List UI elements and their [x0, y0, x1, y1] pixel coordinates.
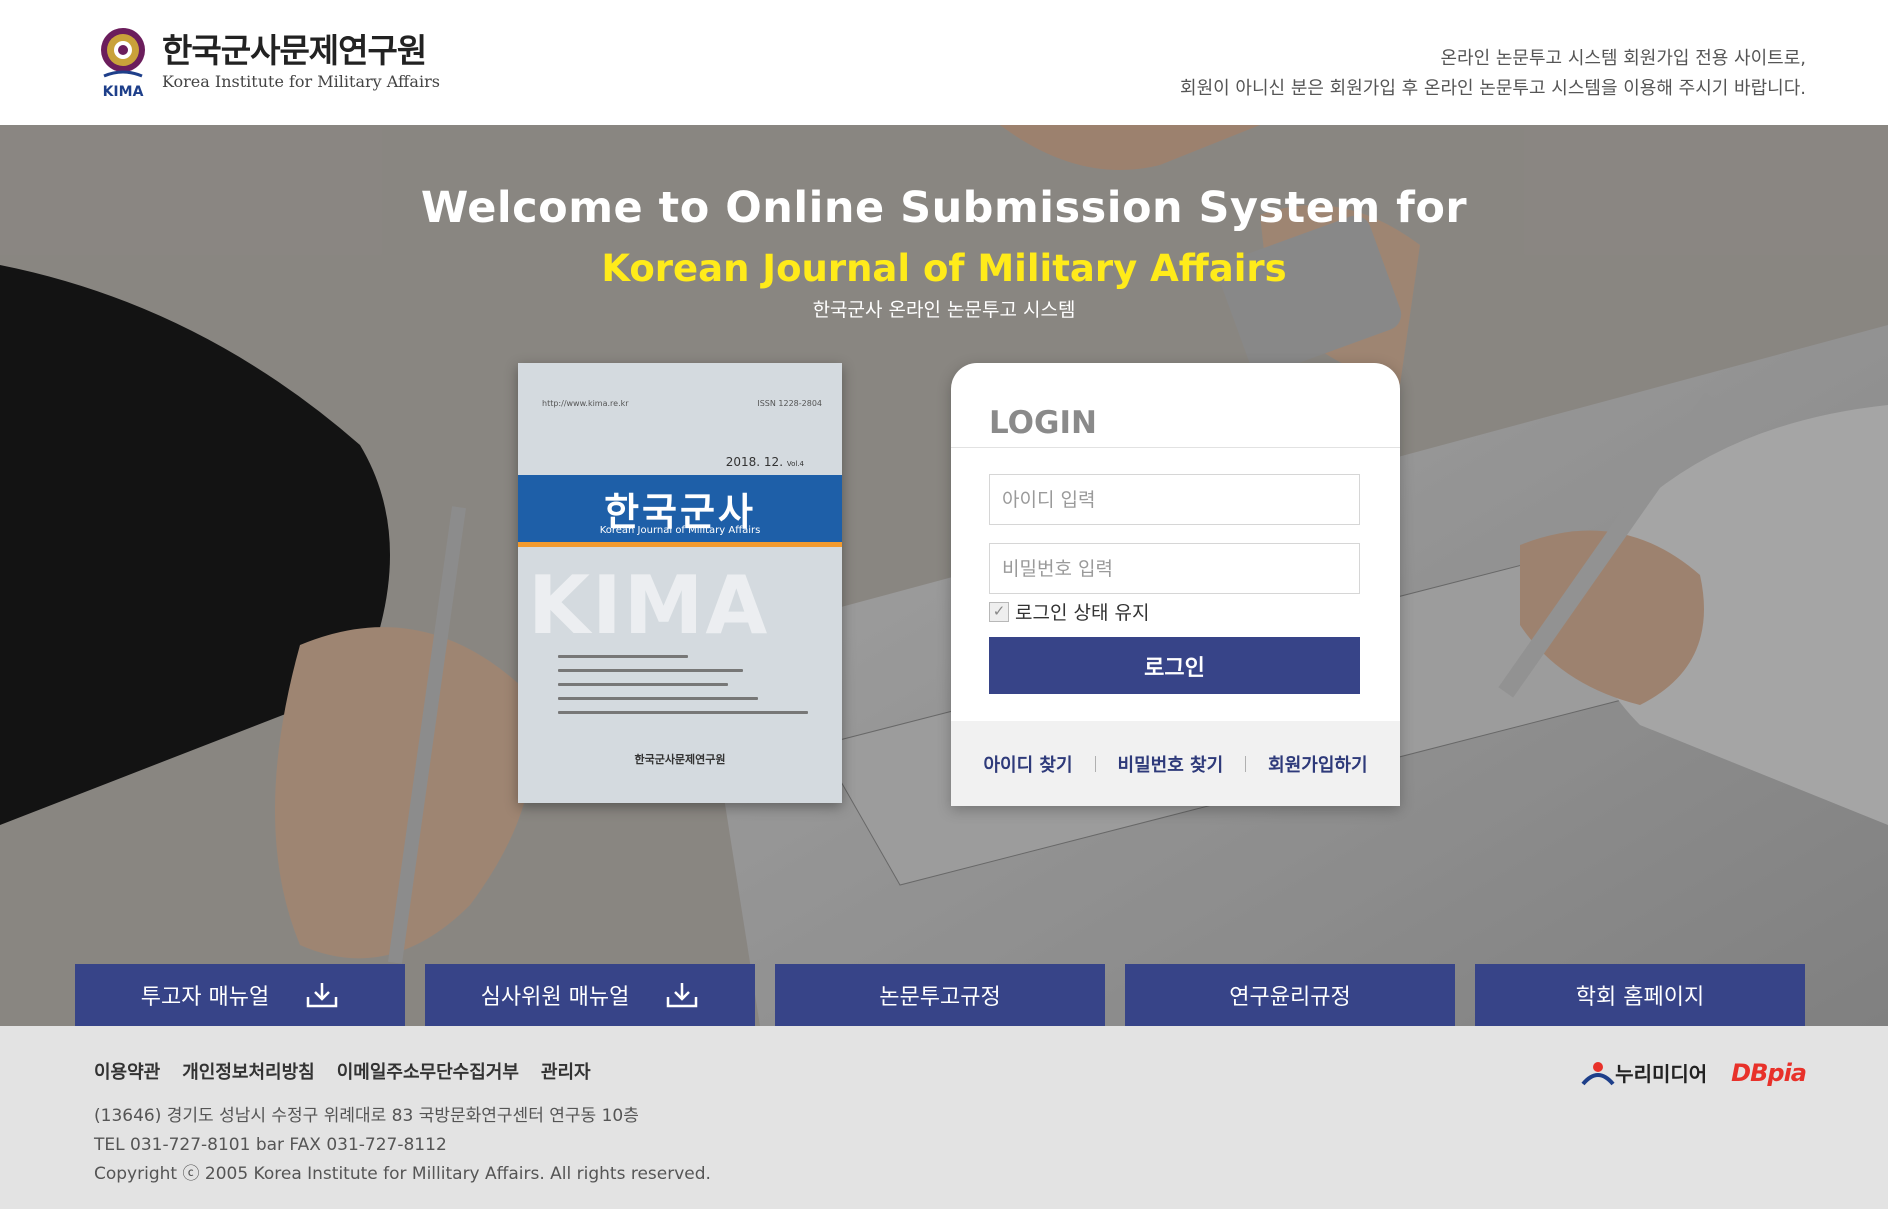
download-icon [306, 983, 338, 1008]
nurimedia-icon [1581, 1061, 1615, 1085]
submission-rules-label: 논문투고규정 [879, 985, 1001, 1010]
footer-address: (13646) 경기도 성남시 수정구 위례대로 83 국방문화연구센터 연구동… [94, 1106, 639, 1126]
footer-info: (13646) 경기도 성남시 수정구 위례대로 83 국방문화연구센터 연구동… [94, 1102, 711, 1189]
footer-tel: TEL 031-727-8101 bar FAX 031-727-8112 [94, 1135, 447, 1155]
login-button[interactable]: 로그인 [989, 637, 1360, 694]
notice-line-2: 회원이 아니신 분은 회원가입 후 온라인 논문투고 시스템을 이용해 주시기 … [1180, 78, 1806, 99]
society-homepage-label: 학회 홈페이지 [1575, 985, 1705, 1010]
download-icon [667, 983, 698, 1008]
admin-link[interactable]: 관리자 [541, 1058, 591, 1084]
login-links: 아이디 찾기 비밀번호 찾기 회원가입하기 [951, 721, 1400, 806]
nurimedia-logo[interactable]: 누리미디어 [1581, 1058, 1707, 1087]
email-refusal-link[interactable]: 이메일주소무단수집거부 [337, 1058, 519, 1084]
login-divider [951, 447, 1400, 448]
remember-checkbox[interactable]: ✓ [989, 601, 1009, 622]
journal-cover-image: http://www.kima.re.kr ISSN 1228-2804 201… [518, 363, 842, 803]
author-manual-label: 투고자 매뉴얼 [140, 985, 270, 1010]
reviewer-manual-label: 심사위원 매뉴얼 [480, 985, 630, 1010]
remember-login[interactable]: ✓ 로그인 상태 유지 [989, 598, 1149, 625]
research-ethics-label: 연구윤리규정 [1229, 985, 1351, 1010]
link-separator [1094, 755, 1096, 772]
cover-issn: ISSN 1228-2804 [757, 399, 822, 408]
password-input[interactable] [989, 543, 1360, 594]
svg-text:KIMA: KIMA [103, 84, 144, 100]
login-title: LOGIN [989, 405, 1097, 441]
site-header: KIMA 한국군사문제연구원 Korea Institute for Milit… [0, 0, 1888, 125]
terms-link[interactable]: 이용약관 [94, 1058, 160, 1084]
cover-table-of-contents [558, 655, 808, 725]
login-panel: LOGIN ✓ 로그인 상태 유지 로그인 아이디 찾기 비밀번호 찾기 회원가… [951, 363, 1400, 806]
remember-label: 로그인 상태 유지 [1015, 602, 1150, 624]
welcome-subtitle: 한국군사 온라인 논문투고 시스템 [812, 299, 1076, 321]
cover-title-band: 한국군사 Korean Journal of Military Affairs [518, 475, 842, 547]
nurimedia-label: 누리미디어 [1615, 1062, 1708, 1086]
society-homepage-button[interactable]: 학회 홈페이지 [1475, 964, 1805, 1026]
cover-watermark: KIMA [528, 559, 770, 652]
cover-subtitle: Korean Journal of Military Affairs [599, 525, 761, 536]
reviewer-manual-button[interactable]: 심사위원 매뉴얼 [425, 964, 755, 1026]
welcome-heading: Welcome to Online Submission System for [420, 183, 1468, 233]
user-id-input[interactable] [989, 474, 1360, 525]
privacy-policy-link[interactable]: 개인정보처리방침 [182, 1058, 314, 1084]
link-separator [1245, 755, 1247, 772]
journal-name-heading: Korean Journal of Military Affairs [601, 247, 1287, 290]
footer-links: 이용약관 개인정보처리방침 이메일주소무단수집거부 관리자 [94, 1058, 613, 1084]
footer-copyright: Copyright ⓒ 2005 Korea Institute for Mil… [94, 1164, 711, 1184]
site-logo[interactable]: KIMA 한국군사문제연구원 Korea Institute for Milit… [96, 22, 456, 102]
dbpia-logo[interactable]: DBpia [1731, 1059, 1807, 1087]
research-ethics-button[interactable]: 연구윤리규정 [1125, 964, 1455, 1026]
kima-emblem-icon: KIMA [96, 24, 150, 100]
header-notice: 온라인 논문투고 시스템 회원가입 전용 사이트로, 회원이 아니신 분은 회원… [1180, 44, 1806, 104]
notice-line-1: 온라인 논문투고 시스템 회원가입 전용 사이트로, [1440, 48, 1806, 69]
cover-url: http://www.kima.re.kr [542, 399, 629, 408]
partner-logos: 누리미디어 DBpia [1581, 1058, 1807, 1087]
find-password-link[interactable]: 비밀번호 찾기 [1118, 751, 1224, 777]
site-footer: 이용약관 개인정보처리방침 이메일주소무단수집거부 관리자 (13646) 경기… [0, 1026, 1888, 1209]
logo-english-text: Korea Institute for Military Affairs [162, 72, 440, 91]
submission-rules-button[interactable]: 논문투고규정 [775, 964, 1105, 1026]
author-manual-button[interactable]: 투고자 매뉴얼 [75, 964, 405, 1026]
hero-section: Welcome to Online Submission System for … [0, 125, 1888, 1026]
find-id-link[interactable]: 아이디 찾기 [983, 751, 1072, 777]
signup-link[interactable]: 회원가입하기 [1268, 751, 1367, 777]
logo-korean-text: 한국군사문제연구원 [162, 31, 427, 70]
cover-publisher: 한국군사문제연구원 [634, 753, 726, 766]
cover-date: 2018. 12. Vol.4 [725, 455, 804, 469]
